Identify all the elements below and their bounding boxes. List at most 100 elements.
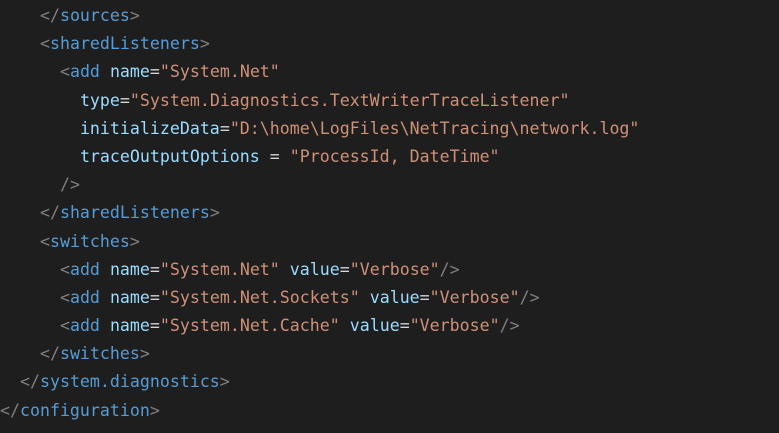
punctuation-token: </ (0, 400, 20, 420)
tag-name-token: add (69, 316, 100, 336)
attribute-name-token: initializeData (79, 118, 220, 138)
tag-name-token: switches (59, 344, 140, 364)
code-line[interactable]: <add name="System.Net.Sockets" value="Ve… (0, 284, 779, 312)
string-value-token: "System.Net.Sockets" (159, 287, 360, 307)
equals-token: = (119, 90, 130, 110)
code-line[interactable]: </system.diagnostics> (0, 368, 779, 396)
equals-token: = (149, 287, 160, 307)
string-value-token: "System.Net.Cache" (159, 316, 340, 336)
punctuation-token: < (39, 34, 50, 54)
equals-token: = (339, 259, 350, 279)
string-value-token: "System.Net" (159, 259, 280, 279)
punctuation-token: > (199, 34, 210, 54)
punctuation-token: /> (499, 316, 520, 336)
string-value-token: "Verbose" (409, 316, 500, 336)
code-line[interactable]: </sources> (0, 2, 779, 30)
code-line[interactable]: initializeData="D:\home\LogFiles\NetTrac… (0, 115, 779, 143)
punctuation-token: </ (19, 372, 40, 392)
attribute-name-token: traceOutputOptions (79, 146, 260, 166)
code-line[interactable]: </sharedListeners> (0, 199, 779, 227)
punctuation-token: /> (59, 175, 80, 195)
code-line[interactable]: /> (0, 171, 779, 199)
code-line[interactable]: <switches> (0, 228, 779, 256)
equals-token: = (149, 316, 160, 336)
punctuation-token: </ (39, 6, 60, 25)
punctuation-token: </ (39, 344, 60, 364)
tag-name-token: configuration (19, 400, 150, 420)
tag-name-token: add (69, 259, 100, 279)
code-line[interactable]: <add name="System.Net" value="Verbose"/> (0, 256, 779, 284)
tag-name-token: sharedListeners (59, 203, 210, 223)
string-value-token: "System.Net" (159, 62, 280, 82)
attribute-name-token: value (349, 316, 400, 336)
tag-name-token: sources (59, 6, 130, 25)
attribute-name-token: name (109, 62, 150, 82)
punctuation-token: < (59, 259, 70, 279)
punctuation-token: > (139, 344, 150, 364)
code-editor[interactable]: </sources> <sharedListeners> <add name="… (0, 0, 779, 433)
punctuation-token: > (209, 203, 220, 223)
punctuation-token: > (129, 6, 140, 25)
equals-token: = (419, 287, 430, 307)
code-line[interactable]: <add name="System.Net" (0, 58, 779, 86)
punctuation-token: </ (39, 203, 60, 223)
punctuation-token: > (219, 372, 230, 392)
equals-token: = (149, 62, 160, 82)
punctuation-token: < (59, 287, 70, 307)
attribute-name-token: name (109, 316, 150, 336)
string-value-token: "ProcessId, DateTime" (289, 146, 500, 166)
punctuation-token: /> (439, 259, 460, 279)
string-value-token: "D:\home\LogFiles\NetTracing\network.log… (229, 118, 640, 138)
code-line[interactable]: </configuration> (0, 397, 779, 425)
tag-name-token: switches (49, 231, 130, 251)
code-line[interactable]: <add name="System.Net.Cache" value="Verb… (0, 312, 779, 340)
equals-token: = (149, 259, 160, 279)
punctuation-token: < (39, 231, 50, 251)
punctuation-token: /> (519, 287, 540, 307)
equals-token: = (219, 118, 230, 138)
attribute-name-token: type (79, 90, 120, 110)
tag-name-token: system.diagnostics (39, 372, 220, 392)
equals-token: = (259, 146, 290, 166)
attribute-name-token: name (109, 287, 150, 307)
attribute-name-token: value (289, 259, 340, 279)
punctuation-token: < (59, 316, 70, 336)
tag-name-token: sharedListeners (49, 34, 200, 54)
punctuation-token: > (129, 231, 140, 251)
code-line[interactable]: type="System.Diagnostics.TextWriterTrace… (0, 87, 779, 115)
attribute-name-token: value (369, 287, 420, 307)
equals-token: = (399, 316, 410, 336)
tag-name-token: add (69, 287, 100, 307)
attribute-name-token: name (109, 259, 150, 279)
code-line[interactable]: traceOutputOptions = "ProcessId, DateTim… (0, 143, 779, 171)
code-line[interactable]: </switches> (0, 340, 779, 368)
punctuation-token: < (59, 62, 70, 82)
string-value-token: "Verbose" (429, 287, 520, 307)
code-line[interactable]: <sharedListeners> (0, 30, 779, 58)
tag-name-token: add (69, 62, 100, 82)
punctuation-token: > (149, 400, 160, 420)
string-value-token: "Verbose" (349, 259, 440, 279)
string-value-token: "System.Diagnostics.TextWriterTraceListe… (129, 90, 570, 110)
